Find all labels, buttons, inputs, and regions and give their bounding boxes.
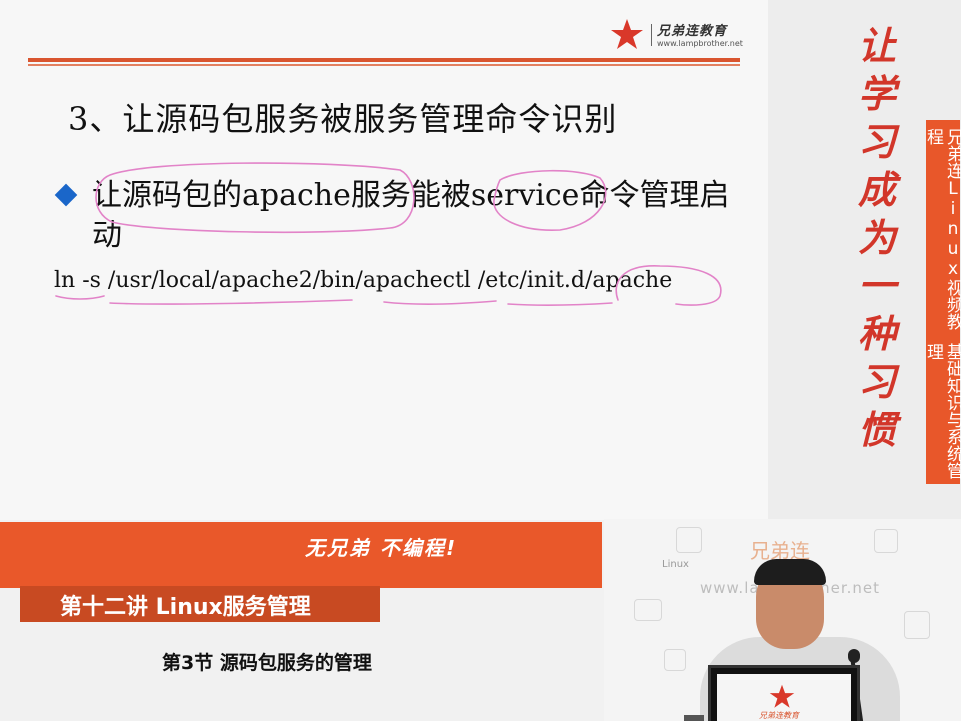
instructor-video: 兄弟连 Linux www.lampbrother.net 兄弟连教育: [604, 519, 961, 721]
pen-annotations: [55, 162, 722, 306]
diamond-bullet-icon: [54, 183, 78, 207]
logo-url: www.lampbrother.net: [657, 39, 743, 48]
course-tab-subtitle: 基础知识与系统管理: [923, 342, 961, 479]
microphone-icon: [848, 649, 860, 663]
brand-logo: 兄弟连教育 www.lampbrother.net: [610, 18, 750, 52]
annotation-underline-4: [507, 302, 613, 306]
annotation-underline-2: [109, 299, 353, 305]
annotation-underline-1: [55, 295, 105, 300]
background-tile: [874, 529, 898, 553]
star-logo-icon: [769, 684, 795, 708]
logo-divider: [651, 24, 652, 46]
desk-edge: [684, 715, 704, 721]
command-line: ln -s /usr/local/apache2/bin/apachectl /…: [54, 268, 673, 293]
section-title: 第3节 源码包服务的管理: [162, 652, 372, 674]
header-rule-thin: [28, 64, 740, 66]
slide-area: 兄弟连教育 www.lampbrother.net 3、让源码包服务被服务管理命…: [0, 0, 768, 520]
background-tile: [634, 599, 662, 621]
background-tile: [664, 649, 686, 671]
slide-heading: 3、让源码包服务被服务管理命令识别: [68, 100, 618, 138]
lecture-title: 第十二讲 Linux服务管理: [60, 595, 311, 620]
course-tab: 兄弟连Linux视频教程 基础知识与系统管理: [923, 120, 961, 484]
background-tile: [904, 611, 930, 639]
header-rule: [28, 58, 740, 62]
presenter-hair: [754, 559, 826, 585]
motto-text: 无兄弟 不编程!: [305, 536, 458, 560]
motto-band: [0, 522, 602, 588]
bullet-text: 让源码包的apache服务能被service命令管理启动: [92, 178, 730, 253]
monitor-tag: 兄弟连教育: [759, 711, 799, 720]
slogan: 让学习成为一种习惯: [857, 24, 896, 452]
video-linux-label: Linux: [662, 559, 689, 570]
monitor-screen: 兄弟连教育: [717, 674, 851, 721]
background-tile: [676, 527, 702, 553]
course-tab-text: 兄弟连Linux视频教程 基础知识与系统管理: [923, 128, 961, 484]
logo-name: 兄弟连教育: [657, 24, 728, 39]
monitor: 兄弟连教育: [708, 665, 860, 721]
star-logo-icon: [611, 19, 643, 49]
annotation-underline-3: [383, 300, 497, 306]
course-tab-title: 兄弟连Linux视频教程: [923, 128, 961, 330]
